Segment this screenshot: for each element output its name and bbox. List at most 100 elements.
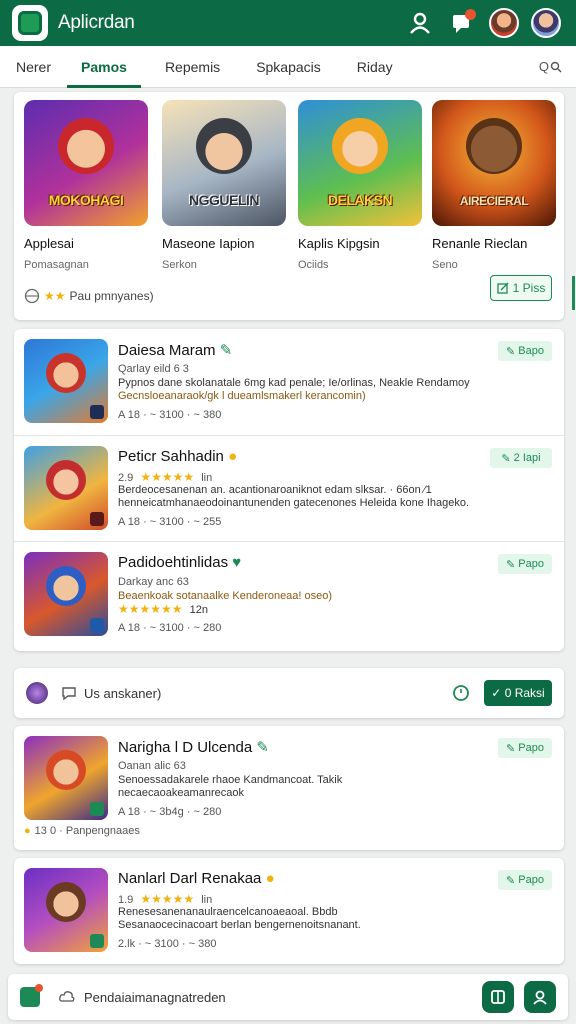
bottom-bar: Pendaiaimanagnatreden — [8, 974, 568, 1020]
play-button[interactable]: ✎ Papo — [498, 554, 552, 574]
game-cover: DELAKSN — [298, 100, 422, 226]
share-label: Us anskaner) — [84, 685, 162, 701]
game-subtitle: Pomasagnan — [24, 259, 89, 271]
tab-5[interactable]: Riday — [341, 46, 409, 88]
check-icon: ✓ — [491, 686, 505, 700]
tab-search[interactable]: Q — [539, 59, 562, 74]
list-item[interactable]: Nanlarl Darl Renakaa ● 1.9 ★★★★★ lin Ren… — [14, 858, 564, 964]
list-item[interactable]: Narigha l D Ulcenda ✎ Oanan alic 63 Seno… — [14, 726, 564, 850]
list-item[interactable]: Peticr Sahhadin ● 2.9 ★★★★★ lin Berdeoce… — [14, 435, 564, 541]
edit-icon: ✎ — [506, 742, 519, 755]
featured-rating: ★★ Pau pmnyanes) — [24, 288, 154, 304]
game-stats: A 18 · ~ 3100 · ~ 255 — [118, 516, 222, 528]
rating-label: Pau pmnyanes) — [69, 289, 154, 303]
tab-4[interactable]: Spkapacis — [240, 46, 337, 88]
grid-button[interactable] — [482, 981, 514, 1013]
edit-icon: ✎ — [501, 452, 514, 465]
star-icon: ★★★★★★ — [118, 602, 183, 616]
grid-icon — [491, 990, 505, 1004]
game-title: Narigha l D Ulcenda ✎ — [118, 739, 269, 756]
globe-icon — [24, 288, 40, 304]
friend-avatar[interactable] — [486, 5, 522, 41]
game-thumbnail — [24, 736, 108, 820]
game-description: Berdeocesanenan an. acantionaroaniknot e… — [118, 484, 470, 509]
scrollbar[interactable] — [572, 276, 575, 310]
featured-item[interactable]: DELAKSN Kaplis Kipgsin Ociids — [298, 100, 422, 271]
game-list-card: Narigha l D Ulcenda ✎ Oanan alic 63 Seno… — [14, 726, 564, 850]
cover-caption: AIRECIERAL — [459, 194, 529, 208]
featured-item[interactable]: MOKOHAGI Applesai Pomasagnan — [24, 100, 148, 271]
star-icon: ★★★★★ — [140, 892, 195, 906]
play-button[interactable]: ✎ Papo — [498, 738, 552, 758]
edit-icon: ✎ — [506, 345, 519, 358]
avatar[interactable] — [26, 682, 48, 704]
game-thumbnail — [24, 868, 108, 952]
game-name: Kaplis Kipgsin — [298, 236, 380, 251]
game-description: Beaenkoak sotanaalke Kenderoneaa! oseo) … — [118, 590, 333, 616]
game-stats: A 18 · ~ 3100 · ~ 380 — [118, 409, 222, 421]
game-name: Applesai — [24, 236, 74, 251]
profile-button[interactable] — [524, 981, 556, 1013]
chat-icon[interactable] — [444, 5, 480, 41]
game-name: Renanle Rieclan — [432, 236, 528, 251]
featured-item[interactable]: AIRECIERAL Renanle Rieclan Seno — [432, 100, 556, 271]
game-meta: Darkay anc 63 — [118, 576, 189, 588]
profile-icon — [533, 990, 547, 1005]
game-cover: MOKOHAGI — [24, 100, 148, 226]
coin-icon: ● — [24, 825, 31, 837]
cover-caption: MOKOHAGI — [48, 192, 124, 208]
game-subtitle: Ociids — [298, 259, 329, 271]
star-icon: ★★★★★ — [140, 470, 195, 484]
edit-icon: ✎ — [506, 874, 519, 887]
game-title: Daiesa Maram ✎ — [118, 342, 233, 359]
cloud-icon — [59, 991, 75, 1002]
game-stats: A 18 · ~ 3100 · ~ 280 — [118, 622, 222, 634]
cover-caption: DELAKSN — [327, 192, 393, 208]
app-header: Aplicrdan — [0, 0, 576, 46]
category-tabs: Nerer Pamos Repemis Spkapacis Riday Q — [0, 46, 576, 88]
featured-item[interactable]: NGGUELIN Maseone Iapion Serkon — [162, 100, 286, 271]
game-cover: NGGUELIN — [162, 100, 286, 226]
bottom-label: Pendaiaimanagnatreden — [84, 989, 226, 1005]
game-list-card: Daiesa Maram ✎ Qarlay eild 6 3 Pypnos da… — [14, 329, 564, 651]
profile-avatar[interactable] — [528, 5, 564, 41]
game-thumbnail — [24, 446, 108, 530]
notification-badge — [465, 9, 476, 20]
game-stats: 2.lk · ~ 3100 · ~ 380 — [118, 938, 217, 950]
app-logo[interactable] — [12, 5, 48, 41]
clock-icon[interactable] — [452, 684, 470, 702]
tab-1[interactable]: Nerer — [0, 46, 67, 88]
game-title: Nanlarl Darl Renakaa ● — [118, 870, 275, 887]
plus-icon[interactable] — [20, 984, 43, 1007]
user-icon[interactable] — [402, 5, 438, 41]
play-button[interactable]: ✎ 2 Iapi — [490, 448, 552, 468]
list-item[interactable]: Daiesa Maram ✎ Qarlay eild 6 3 Pypnos da… — [14, 329, 564, 435]
game-rating: 2.9 ★★★★★ lin — [118, 470, 213, 484]
star-icon: ★★ — [44, 289, 66, 303]
featured-action-button[interactable]: 1 Piss — [490, 275, 552, 301]
share-bar: Us anskaner) ✓ 0 Raksi — [14, 668, 564, 718]
edit-icon — [497, 282, 509, 294]
game-rating: 1.9 ★★★★★ lin — [118, 892, 213, 906]
tab-3[interactable]: Repemis — [149, 46, 236, 88]
tab-2[interactable]: Pamos — [67, 46, 141, 88]
game-description: Pypnos dane skolanatale 6mg kad penale; … — [118, 377, 470, 402]
game-thumbnail — [24, 552, 108, 636]
game-title: Padidoehtinlidas ♥ — [118, 554, 242, 571]
game-list-card: Nanlarl Darl Renakaa ● 1.9 ★★★★★ lin Ren… — [14, 858, 564, 964]
game-description: Renesesanenanaulraencelcanoaeaoal. Bbdb … — [118, 906, 361, 931]
game-cover: AIRECIERAL — [432, 100, 556, 226]
search-icon — [550, 61, 562, 72]
featured-games-card: MOKOHAGI Applesai Pomasagnan NGGUELIN Ma… — [14, 92, 564, 320]
game-name: Maseone Iapion — [162, 236, 255, 251]
game-thumbnail — [24, 339, 108, 423]
list-item[interactable]: Padidoehtinlidas ♥ Darkay anc 63 Beaenko… — [14, 541, 564, 647]
game-meta: Oanan alic 63 — [118, 760, 186, 772]
play-button[interactable]: ✎ Bapo — [498, 341, 552, 361]
share-action-button[interactable]: ✓ 0 Raksi — [484, 680, 552, 706]
game-stats: A 18 · ~ 3b4g · ~ 280 — [118, 806, 222, 818]
play-button[interactable]: ✎ Papo — [498, 870, 552, 890]
game-title: Peticr Sahhadin ● — [118, 448, 238, 465]
search-hint: Q — [538, 59, 549, 74]
game-description: Senoessadakarele rhaoe Kandmancoat. Taki… — [118, 774, 343, 799]
